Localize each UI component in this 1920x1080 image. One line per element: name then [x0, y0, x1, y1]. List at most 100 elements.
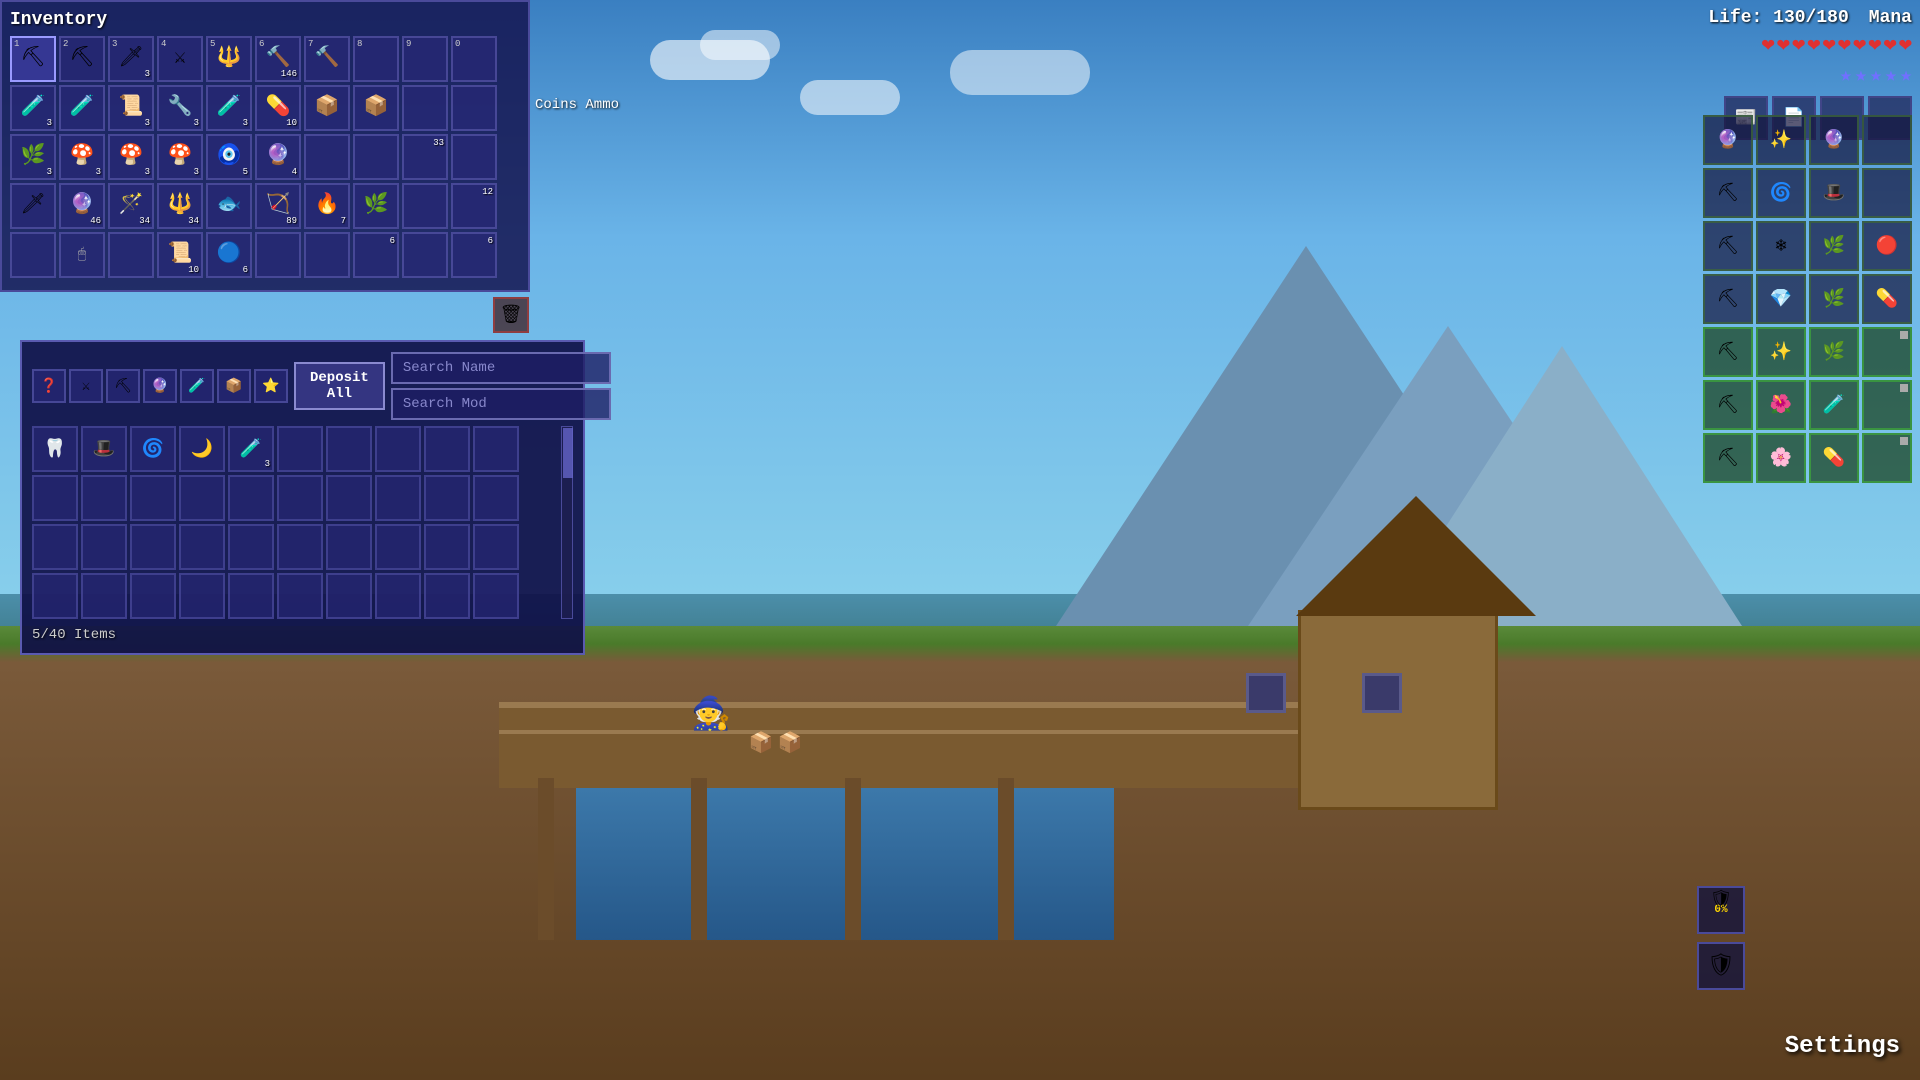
inv-slot-3[interactable]: 3 🗡 3	[108, 36, 154, 82]
chest-slot-1[interactable]: 🦷	[32, 426, 78, 472]
chest-slot-22[interactable]	[81, 524, 127, 570]
req-14[interactable]: 💎	[1756, 274, 1806, 324]
chest-slot-31[interactable]	[32, 573, 78, 619]
chest-slot-33[interactable]	[130, 573, 176, 619]
inv-r5-10[interactable]: 6	[451, 232, 497, 278]
inv-r3-4[interactable]: 🍄 3	[157, 134, 203, 180]
chest-slot-8[interactable]	[375, 426, 421, 472]
filter-potions[interactable]: 🧪	[180, 369, 214, 403]
chest-slot-21[interactable]	[32, 524, 78, 570]
inv-r4-3[interactable]: 🪄 34	[108, 183, 154, 229]
inv-r5-3[interactable]	[108, 232, 154, 278]
coin-slot-3[interactable]: 📜 3	[108, 85, 154, 131]
chest-slot-17[interactable]	[326, 475, 372, 521]
req-27[interactable]: 💊	[1809, 433, 1859, 483]
chest-slot-30[interactable]	[473, 524, 519, 570]
inv-r4-1[interactable]: 🗡	[10, 183, 56, 229]
inv-slot-6[interactable]: 6 🔨 146	[255, 36, 301, 82]
inv-r3-10[interactable]	[451, 134, 497, 180]
inv-slot-4[interactable]: 4 ⚔	[157, 36, 203, 82]
defense-badge-1[interactable]: 0% 🛡	[1697, 886, 1745, 934]
inv-r5-1[interactable]	[10, 232, 56, 278]
inv-r3-6[interactable]: 🔮 4	[255, 134, 301, 180]
filter-tools[interactable]: ⛏	[106, 369, 140, 403]
filter-weapons[interactable]: ⚔	[69, 369, 103, 403]
chest-slot-16[interactable]	[277, 475, 323, 521]
req-3[interactable]: 🔮	[1809, 115, 1859, 165]
deposit-all-button[interactable]: Deposit All	[294, 362, 385, 410]
req-24[interactable]	[1862, 380, 1912, 430]
inv-slot-9[interactable]: 9	[402, 36, 448, 82]
req-13[interactable]: ⛏	[1703, 274, 1753, 324]
filter-misc[interactable]: 📦	[217, 369, 251, 403]
req-8[interactable]	[1862, 168, 1912, 218]
inv-r4-9[interactable]	[402, 183, 448, 229]
coin-slot-1[interactable]: 🧪 3	[10, 85, 56, 131]
req-22[interactable]: 🌺	[1756, 380, 1806, 430]
chest-slot-27[interactable]	[326, 524, 372, 570]
search-mod-input[interactable]	[391, 388, 611, 420]
chest-slot-28[interactable]	[375, 524, 421, 570]
inv-r4-8[interactable]: 🌿	[353, 183, 399, 229]
coin-slot-7[interactable]: 📦	[304, 85, 350, 131]
req-7[interactable]: 🎩	[1809, 168, 1859, 218]
chest-slot-9[interactable]	[424, 426, 470, 472]
inv-r4-10[interactable]: 12	[451, 183, 497, 229]
inv-r5-8[interactable]: 6	[353, 232, 399, 278]
inv-slot-2[interactable]: 2 ⛏	[59, 36, 105, 82]
inv-r3-7[interactable]	[304, 134, 350, 180]
chest-slot-38[interactable]	[375, 573, 421, 619]
inv-r3-1[interactable]: 🌿 3	[10, 134, 56, 180]
chest-slot-6[interactable]	[277, 426, 323, 472]
chest-slot-11[interactable]	[32, 475, 78, 521]
req-10[interactable]: ❄	[1756, 221, 1806, 271]
inv-r5-9[interactable]	[402, 232, 448, 278]
inv-r3-2[interactable]: 🍄 3	[59, 134, 105, 180]
req-4[interactable]	[1862, 115, 1912, 165]
inv-r3-5[interactable]: 🧿 5	[206, 134, 252, 180]
req-15[interactable]: 🌿	[1809, 274, 1859, 324]
search-name-input[interactable]	[391, 352, 611, 384]
chest-slot-4[interactable]: 🌙	[179, 426, 225, 472]
req-16[interactable]: 💊	[1862, 274, 1912, 324]
chest-slot-14[interactable]	[179, 475, 225, 521]
chest-slot-32[interactable]	[81, 573, 127, 619]
inv-slot-8[interactable]: 8	[353, 36, 399, 82]
chest-slot-19[interactable]	[424, 475, 470, 521]
chest-slot-23[interactable]	[130, 524, 176, 570]
filter-magic[interactable]: 🔮	[143, 369, 177, 403]
chest-slot-18[interactable]	[375, 475, 421, 521]
req-26[interactable]: 🌸	[1756, 433, 1806, 483]
chest-slot-26[interactable]	[277, 524, 323, 570]
inv-r3-3[interactable]: 🍄 3	[108, 134, 154, 180]
inv-r4-7[interactable]: 🔥 7	[304, 183, 350, 229]
chest-slot-10[interactable]	[473, 426, 519, 472]
req-28[interactable]	[1862, 433, 1912, 483]
inv-r3-8[interactable]	[353, 134, 399, 180]
chest-scrollbar-thumb[interactable]	[563, 428, 573, 478]
coin-slot-5[interactable]: 🧪 3	[206, 85, 252, 131]
inv-r3-9[interactable]: 33	[402, 134, 448, 180]
inv-r5-2[interactable]: 🖱	[59, 232, 105, 278]
req-21[interactable]: ⛏	[1703, 380, 1753, 430]
inv-r4-5[interactable]: 🐟	[206, 183, 252, 229]
chest-slot-15[interactable]	[228, 475, 274, 521]
chest-slot-24[interactable]	[179, 524, 225, 570]
req-25[interactable]: ⛏	[1703, 433, 1753, 483]
req-18[interactable]: ✨	[1756, 327, 1806, 377]
chest-slot-35[interactable]	[228, 573, 274, 619]
req-23[interactable]: 🧪	[1809, 380, 1859, 430]
inv-slot-7[interactable]: 7 🔨	[304, 36, 350, 82]
inv-slot-10[interactable]: 0	[451, 36, 497, 82]
chest-slot-25[interactable]	[228, 524, 274, 570]
chest-slot-7[interactable]	[326, 426, 372, 472]
chest-slot-40[interactable]	[473, 573, 519, 619]
inv-r5-5[interactable]: 🔵 6	[206, 232, 252, 278]
inv-slot-5[interactable]: 5 🔱	[206, 36, 252, 82]
inv-r5-6[interactable]	[255, 232, 301, 278]
chest-slot-13[interactable]	[130, 475, 176, 521]
coin-slot-2[interactable]: 🧪	[59, 85, 105, 131]
coin-slot-10[interactable]	[451, 85, 497, 131]
chest-slot-29[interactable]	[424, 524, 470, 570]
req-20[interactable]	[1862, 327, 1912, 377]
